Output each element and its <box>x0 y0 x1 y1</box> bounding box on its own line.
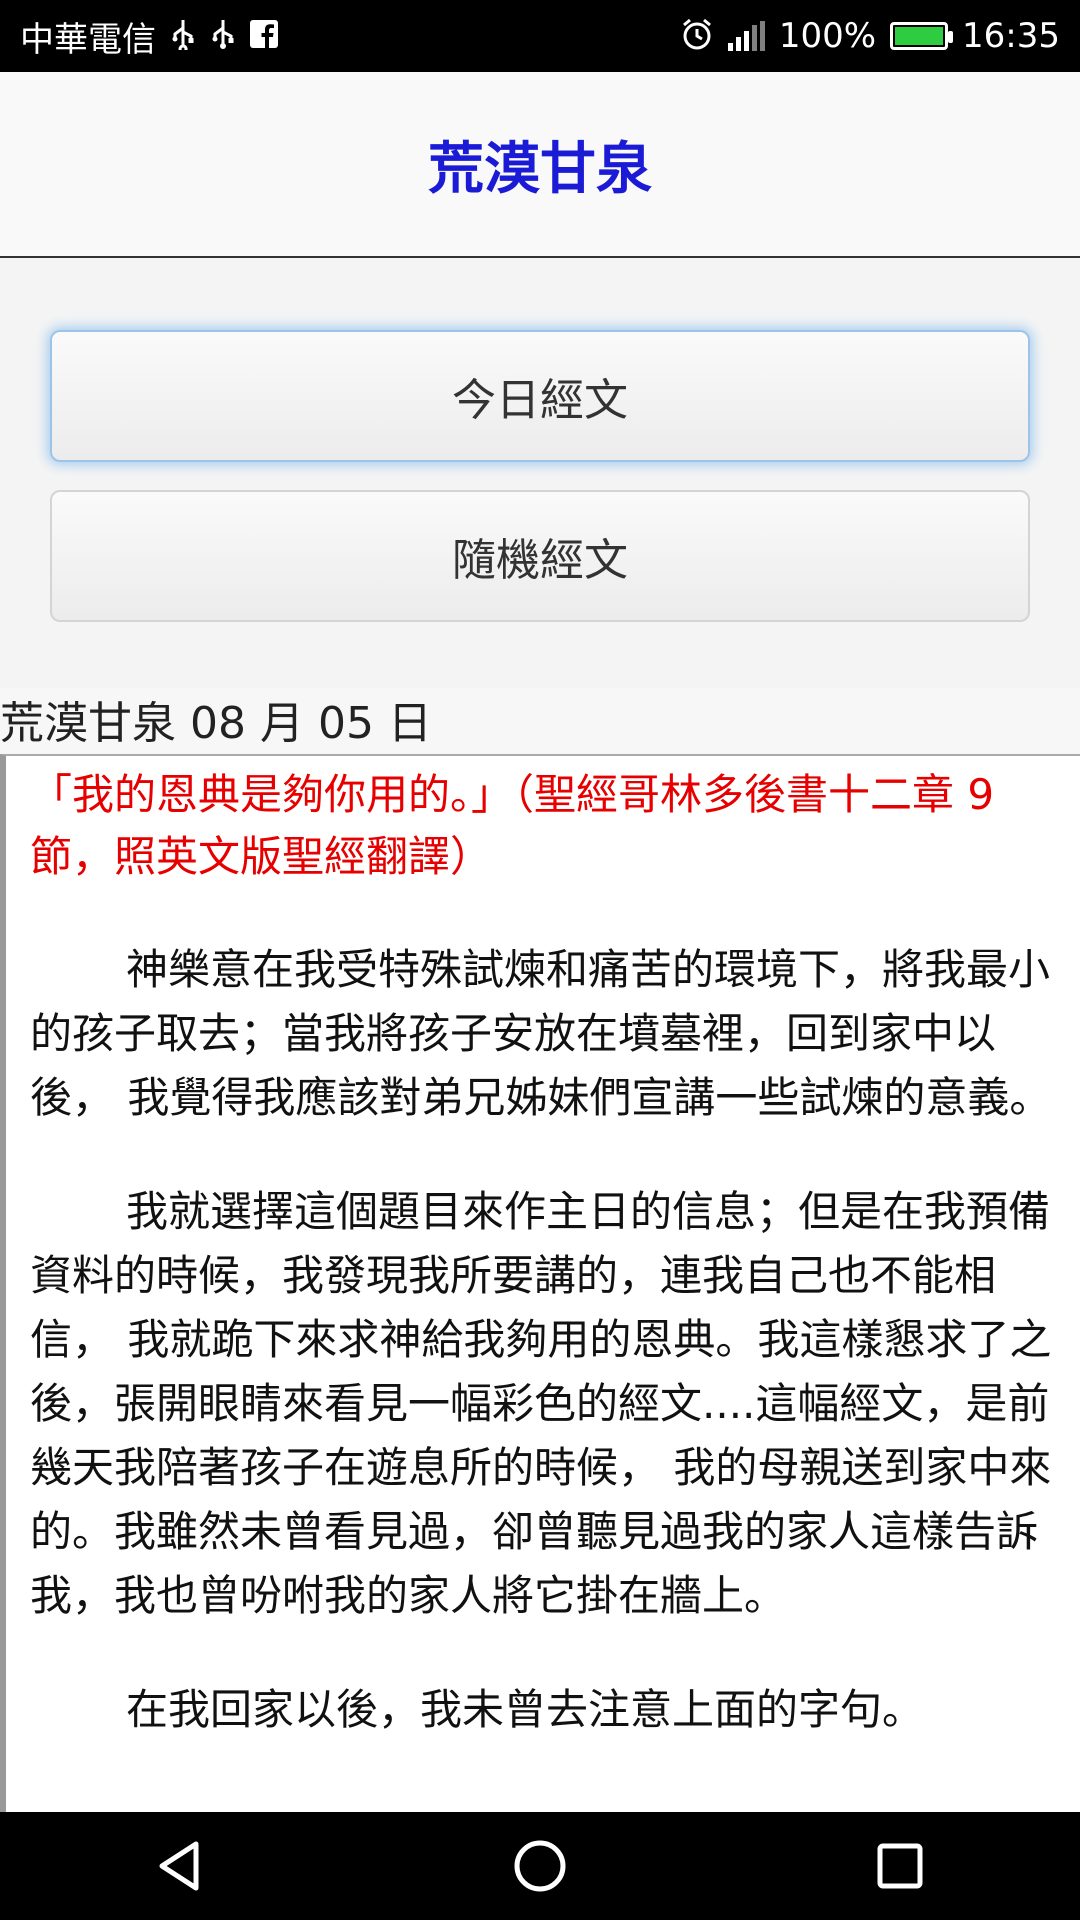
random-verse-button[interactable]: 隨機經文 <box>50 490 1030 622</box>
scripture-verse: 「我的恩典是夠你用的。」（聖經哥林多後書十二章 9 節，照英文版聖經翻譯） <box>30 770 995 881</box>
devotional-content[interactable]: 「我的恩典是夠你用的。」（聖經哥林多後書十二章 9 節，照英文版聖經翻譯） 神樂… <box>0 754 1080 1812</box>
facebook-icon <box>250 19 278 53</box>
devotional-date: 荒漠甘泉 08 月 05 日 <box>0 698 432 749</box>
carrier-name: 中華電信 <box>20 19 156 60</box>
alarm-clock-icon <box>680 17 714 56</box>
navigation-bar <box>0 1812 1080 1920</box>
content-paragraph: 神樂意在我受特殊試煉和痛苦的環境下，將我最小的孩子取去；當我將孩子安放在墳墓裡，… <box>30 945 1052 1122</box>
battery-icon <box>890 22 954 50</box>
battery-percent: 100% <box>778 16 877 56</box>
back-triangle-icon <box>159 1841 199 1891</box>
back-button[interactable] <box>120 1816 240 1916</box>
clock-time: 16:35 <box>962 16 1060 56</box>
signal-strength-icon <box>727 21 765 51</box>
content-paragraph: 在我回家以後，我未曾去注意上面的字句。 <box>126 1685 925 1734</box>
status-bar-left: 中華電信 <box>20 12 278 61</box>
recents-button[interactable] <box>840 1816 960 1916</box>
battery-level-fill <box>895 27 944 45</box>
page-title: 荒漠甘泉 <box>428 136 652 202</box>
content-paragraph: 我就選擇這個題目來作主日的信息；但是在我預備資料的時候，我發現我所要講的，連我自… <box>30 1187 1052 1620</box>
status-bar: 中華電信 100% 16:35 <box>0 0 1080 72</box>
controls-panel: 今日經文 隨機經文 <box>0 258 1080 688</box>
today-verse-button[interactable]: 今日經文 <box>50 330 1030 462</box>
app-header: 荒漠甘泉 <box>0 72 1080 258</box>
usb-icon <box>210 18 236 55</box>
home-circle-icon <box>514 1840 566 1892</box>
home-button[interactable] <box>480 1816 600 1916</box>
recents-square-icon <box>877 1843 923 1889</box>
usb-icon <box>170 18 196 55</box>
status-bar-right: 100% 16:35 <box>680 16 1060 56</box>
